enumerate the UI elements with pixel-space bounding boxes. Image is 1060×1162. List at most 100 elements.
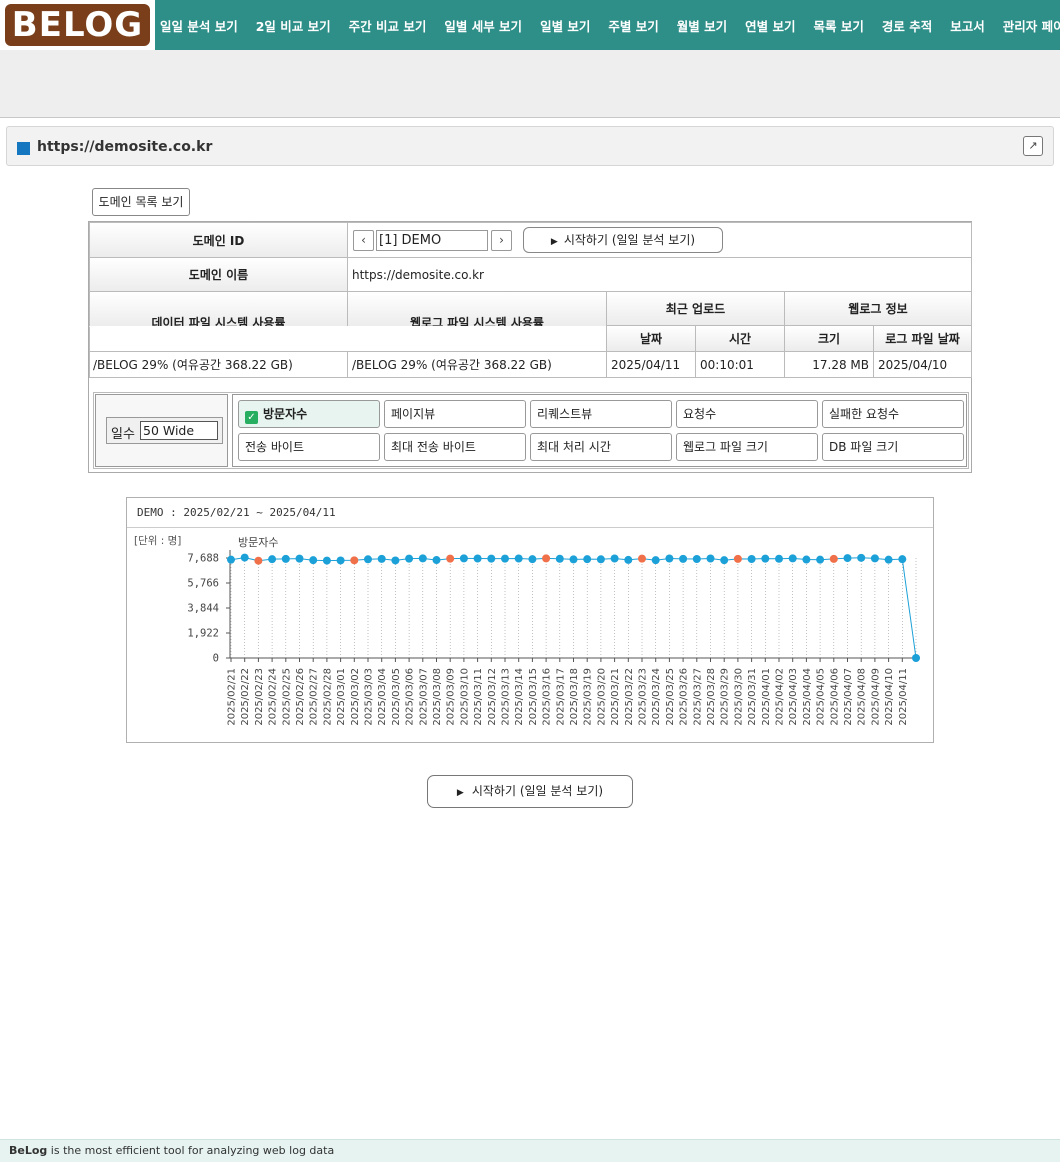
nav-weekly-compare[interactable]: 주간 비교 보기 [349,16,427,35]
start-daily-analysis-bottom-button[interactable]: ▶ 시작하기 (일일 분석 보기) [427,775,633,808]
footer: BeLog is the most efficient tool for ana… [0,1139,1060,1162]
metric-requests-button[interactable]: 요청수 [676,400,818,428]
y-tick-label: 3,844 [187,603,219,615]
x-tick-label: 2025/03/16 [542,668,553,726]
x-tick-label: 2025/03/01 [336,668,347,726]
x-tick-label: 2025/04/09 [870,668,881,726]
nav-report[interactable]: 보고서 [950,16,985,35]
data-point [692,555,701,564]
next-domain-icon[interactable]: › [491,230,512,251]
start-daily-analysis-button[interactable]: ▶ 시작하기 (일일 분석 보기) [523,227,723,253]
metric-max-bytes-button[interactable]: 최대 전송 바이트 [384,433,526,461]
nav-monthly[interactable]: 월별 보기 [677,16,727,35]
x-tick-label: 2025/02/25 [281,668,292,726]
data-point [651,556,660,565]
nav-yearly[interactable]: 연별 보기 [745,16,795,35]
data-point [446,554,455,563]
nav-daily-detail[interactable]: 일별 세부 보기 [444,16,522,35]
nav-daily-analysis[interactable]: 일일 분석 보기 [160,16,238,35]
external-link-icon[interactable]: ↗ [1023,136,1043,156]
domain-id-input[interactable]: [1] DEMO [376,230,488,251]
fs-usage-spacer [89,326,607,352]
x-tick-label: 2025/04/01 [761,668,772,726]
data-point [610,554,619,563]
x-tick-label: 2025/03/03 [364,668,375,726]
y-tick-label: 7,688 [187,553,219,565]
metric-visitors-button[interactable]: ✓ 방문자수 [238,400,380,428]
nav-daily[interactable]: 일별 보기 [540,16,590,35]
data-point [418,554,427,563]
y-tick-label: 1,922 [187,628,219,640]
days-input[interactable]: 50 Wide [140,421,218,440]
data-point [487,554,496,563]
x-tick-label: 2025/02/24 [268,668,279,726]
panel-header: https://demosite.co.kr ↗ [6,126,1054,166]
domain-list-button[interactable]: 도메인 목록 보기 [92,188,190,216]
prev-domain-icon[interactable]: ‹ [353,230,374,251]
data-point [227,555,235,564]
upload-time-value: 00:10:01 [695,351,785,378]
x-tick-label: 2025/02/28 [322,668,333,726]
x-tick-label: 2025/03/28 [706,668,717,726]
data-point [802,555,811,564]
upload-time-label: 시간 [695,325,785,352]
nav-admin[interactable]: 관리자 페이지 [1003,16,1060,35]
data-point [268,555,277,564]
x-tick-label: 2025/04/07 [843,668,854,726]
x-tick-label: 2025/03/22 [624,668,635,726]
x-tick-label: 2025/03/26 [679,668,690,726]
nav-list[interactable]: 목록 보기 [814,16,864,35]
y-tick-label: 0 [213,653,219,665]
play-icon: ▶ [456,788,464,798]
data-point [884,555,893,564]
x-tick-label: 2025/03/23 [638,668,649,726]
metric-weblog-size-button[interactable]: 웹로그 파일 크기 [676,433,818,461]
start-button-label: 시작하기 (일일 분석 보기) [563,233,696,247]
data-point [569,555,578,564]
data-point [624,555,633,564]
data-point [898,555,907,564]
data-point [473,554,482,563]
data-fs-usage-label: 데이터 파일 시스템 사용률 [89,291,348,328]
x-tick-label: 2025/03/19 [583,668,594,726]
top-navigation-bar: BELOG 일일 분석 보기 2일 비교 보기 주간 비교 보기 일별 세부 보… [0,0,1060,50]
x-tick-label: 2025/04/05 [816,668,827,726]
x-tick-label: 2025/03/25 [665,668,676,726]
data-point [870,554,879,563]
metric-pageview-button[interactable]: 페이지뷰 [384,400,526,428]
visitor-chart: DEMO : 2025/02/21 ~ 2025/04/11 [단위 : 명] 방… [126,497,934,743]
data-point [501,554,509,563]
footer-text: is the most efficient tool for analyzing… [47,1144,335,1157]
x-tick-label: 2025/04/03 [788,668,799,726]
metric-max-time-button[interactable]: 최대 처리 시간 [530,433,672,461]
recent-upload-label: 최근 업로드 [606,291,785,326]
nav-path-tracking[interactable]: 경로 추적 [882,16,932,35]
metric-visitors-label: 방문자수 [263,407,308,421]
metric-bytes-button[interactable]: 전송 바이트 [238,433,380,461]
days-panel: 일수 50 Wide [95,394,228,467]
domain-id-label: 도메인 ID [89,222,348,258]
metric-failed-requests-button[interactable]: 실패한 요청수 [822,400,964,428]
domain-name-value: https://demosite.co.kr [347,257,972,292]
weblog-fs-usage-label: 웹로그 파일 시스템 사용률 [347,291,607,328]
x-tick-label: 2025/03/11 [473,668,484,726]
data-point [857,553,866,562]
x-tick-label: 2025/03/04 [377,668,388,726]
x-tick-label: 2025/03/05 [391,668,402,726]
data-point [583,555,592,564]
domain-id-cell: ‹ [1] DEMO › ▶ 시작하기 (일일 분석 보기) [347,222,972,258]
x-tick-label: 2025/03/07 [418,668,429,726]
metric-db-size-button[interactable]: DB 파일 크기 [822,433,964,461]
data-point [377,554,386,563]
data-point [391,556,400,565]
metric-requestview-button[interactable]: 리퀘스트뷰 [530,400,672,428]
data-point [912,654,920,662]
x-tick-label: 2025/03/24 [651,668,662,726]
nav-weekly[interactable]: 주별 보기 [608,16,658,35]
days-control: 일수 50 Wide [106,417,223,444]
belog-logo[interactable]: BELOG [5,4,150,46]
nav-two-day-compare[interactable]: 2일 비교 보기 [256,16,331,35]
data-point [309,556,318,565]
footer-brand: BeLog [9,1144,48,1157]
play-icon: ▶ [550,237,558,247]
